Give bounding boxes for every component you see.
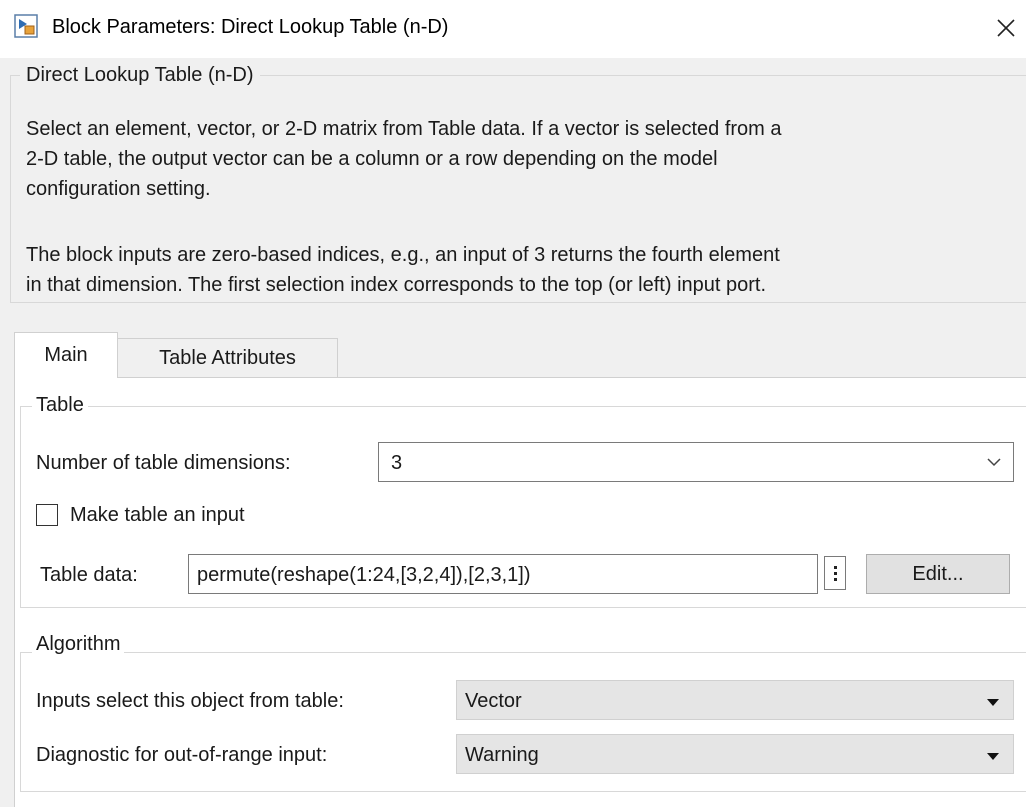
make-table-input-checkbox[interactable]: [36, 504, 58, 526]
tab-table-attributes[interactable]: Table Attributes: [118, 338, 338, 378]
inputs-select-value: Vector: [465, 690, 522, 712]
title-bar: Block Parameters: Direct Lookup Table (n…: [0, 0, 1026, 58]
description-line: The block inputs are zero-based indices,…: [26, 244, 780, 266]
table-data-options-button[interactable]: [824, 556, 846, 590]
window-title: Block Parameters: Direct Lookup Table (n…: [52, 16, 449, 38]
inputs-select-label: Inputs select this object from table:: [36, 690, 344, 712]
diagnostic-label: Diagnostic for out-of-range input:: [36, 744, 328, 766]
description-line: Select an element, vector, or 2-D matrix…: [26, 118, 782, 140]
tab-main[interactable]: Main: [14, 332, 118, 378]
table-data-input[interactable]: permute(reshape(1:24,[3,2,4]),[2,3,1]): [188, 554, 818, 594]
description-group-title: Direct Lookup Table (n-D): [20, 62, 260, 88]
inputs-select-dropdown[interactable]: Vector: [456, 680, 1014, 720]
description-paragraph-2: The block inputs are zero-based indices,…: [26, 240, 1026, 300]
edit-button[interactable]: Edit...: [866, 554, 1010, 594]
simulink-block-icon: [14, 14, 38, 38]
close-icon: [997, 19, 1015, 37]
table-data-label: Table data:: [40, 564, 138, 586]
close-button[interactable]: [990, 12, 1022, 44]
dropdown-arrow-icon: [987, 753, 999, 760]
num-dims-value: 3: [391, 452, 403, 474]
description-paragraph-1: Select an element, vector, or 2-D matrix…: [26, 114, 1026, 204]
table-data-value: permute(reshape(1:24,[3,2,4]),[2,3,1]): [197, 564, 531, 586]
make-table-input-label: Make table an input: [70, 504, 245, 526]
algorithm-group-title: Algorithm: [32, 631, 125, 657]
description-line: 2-D table, the output vector can be a co…: [26, 148, 718, 170]
dropdown-arrow-icon: [987, 699, 999, 706]
num-dims-combobox[interactable]: 3: [378, 442, 1014, 482]
description-line: in that dimension. The first selection i…: [26, 274, 767, 296]
num-dims-label: Number of table dimensions:: [36, 452, 291, 474]
description-line: configuration setting.: [26, 178, 211, 200]
table-group-title: Table: [32, 392, 88, 418]
diagnostic-dropdown[interactable]: Warning: [456, 734, 1014, 774]
chevron-down-icon: [987, 458, 1001, 467]
diagnostic-value: Warning: [465, 744, 539, 766]
